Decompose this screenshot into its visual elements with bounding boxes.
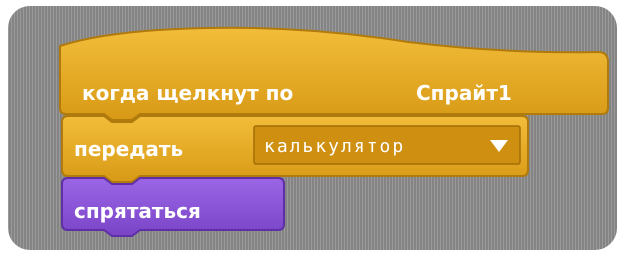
sprite-name-label: Спрайт1: [416, 81, 512, 105]
broadcast-message-value: калькулятор: [264, 136, 405, 157]
hide-block[interactable]: спрятаться: [61, 177, 285, 237]
when-sprite-clicked-hat-block[interactable]: когда щелкнут по Спрайт1: [59, 26, 609, 121]
broadcast-block[interactable]: передать калькулятор: [61, 115, 529, 183]
broadcast-block-label: передать: [74, 137, 183, 161]
scripts-stage: когда щелкнут по Спрайт1 передать кальку…: [0, 0, 625, 256]
hide-block-label: спрятаться: [74, 199, 201, 223]
broadcast-message-dropdown[interactable]: калькулятор: [253, 125, 521, 165]
hat-block-label: когда щелкнут по: [82, 81, 293, 105]
scripts-area[interactable]: когда щелкнут по Спрайт1 передать кальку…: [8, 6, 617, 250]
